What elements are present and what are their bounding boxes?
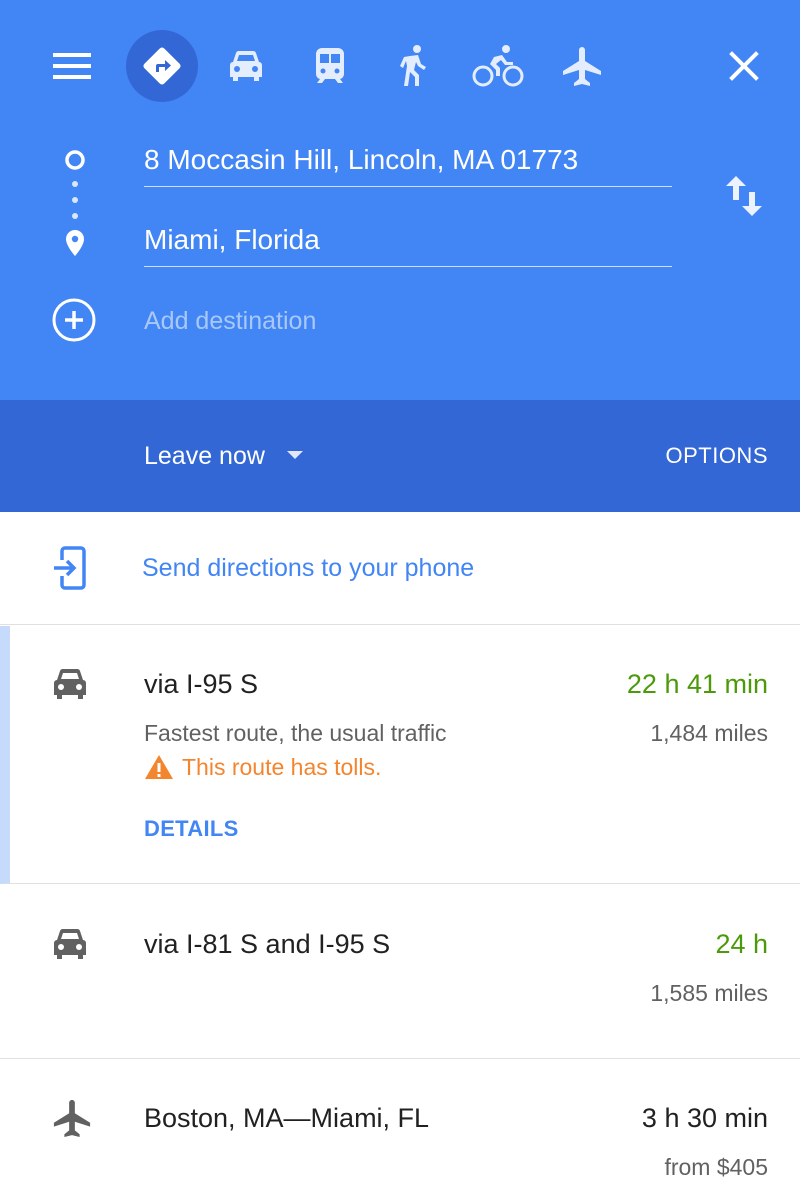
route-title: via I-81 S and I-95 S	[144, 929, 391, 959]
mode-tab-flights[interactable]	[556, 40, 608, 92]
origin-field[interactable]: 8 Moccasin Hill, Lincoln, MA 01773	[144, 140, 672, 187]
menu-button[interactable]	[48, 42, 96, 90]
flight-title: Boston, MA—Miami, FL	[144, 1103, 430, 1133]
send-to-phone-label: Send directions to your phone	[142, 554, 475, 582]
close-icon	[729, 51, 759, 81]
send-to-phone-icon	[54, 546, 86, 590]
airplane-icon	[53, 1099, 91, 1138]
close-button[interactable]	[720, 42, 768, 90]
walking-icon	[400, 45, 426, 86]
route-distance: 1,484 miles	[650, 720, 768, 746]
train-icon	[315, 48, 345, 83]
route-distance: 1,585 miles	[650, 980, 768, 1006]
car-icon	[54, 928, 86, 959]
route-markers	[65, 150, 85, 256]
airplane-icon	[563, 47, 601, 86]
leave-now-label: Leave now	[144, 442, 265, 470]
car-icon	[54, 668, 86, 699]
route-warning: This route has tolls.	[144, 750, 381, 784]
swap-vertical-icon	[726, 176, 762, 216]
destination-field[interactable]: Miami, Florida	[144, 220, 672, 267]
flight-price: from $405	[664, 1154, 768, 1180]
warning-icon	[145, 755, 173, 779]
mode-tab-driving[interactable]	[220, 40, 272, 92]
route-time: 24 h	[715, 929, 768, 959]
route-details-link[interactable]: DETAILS	[144, 812, 239, 846]
add-destination-button[interactable]	[50, 296, 98, 344]
route-description: Fastest route, the usual traffic	[144, 720, 447, 746]
mode-tab-best-route[interactable]	[126, 30, 198, 102]
route-title: via I-95 S	[144, 669, 259, 699]
dropdown-arrow-icon	[286, 451, 303, 459]
route-option-2[interactable]: via I-81 S and I-95 S 24 h 1,585 miles	[0, 886, 800, 1059]
bicycle-icon	[472, 45, 524, 87]
route-option-1[interactable]: via I-95 S 22 h 41 min Fastest route, th…	[0, 626, 800, 884]
directions-icon	[143, 47, 181, 85]
flight-time: 3 h 30 min	[641, 1103, 768, 1133]
mode-tab-cycling[interactable]	[470, 40, 526, 92]
route-time: 22 h 41 min	[626, 669, 768, 699]
leave-now-dropdown[interactable]: Leave now	[144, 436, 303, 476]
route-option-3[interactable]: Boston, MA—Miami, FL 3 h 30 min from $40…	[0, 1060, 800, 1200]
mode-tab-walking[interactable]	[388, 40, 440, 92]
car-icon	[230, 50, 262, 81]
route-warning-text: This route has tolls.	[182, 754, 382, 780]
add-circle-icon	[52, 298, 96, 342]
options-button[interactable]: OPTIONS	[665, 436, 768, 476]
send-to-phone-row[interactable]: Send directions to your phone	[0, 512, 800, 625]
add-destination-input[interactable]: Add destination	[144, 300, 672, 346]
menu-icon	[53, 53, 91, 79]
swap-button[interactable]	[720, 170, 768, 222]
mode-tab-transit[interactable]	[304, 40, 356, 92]
